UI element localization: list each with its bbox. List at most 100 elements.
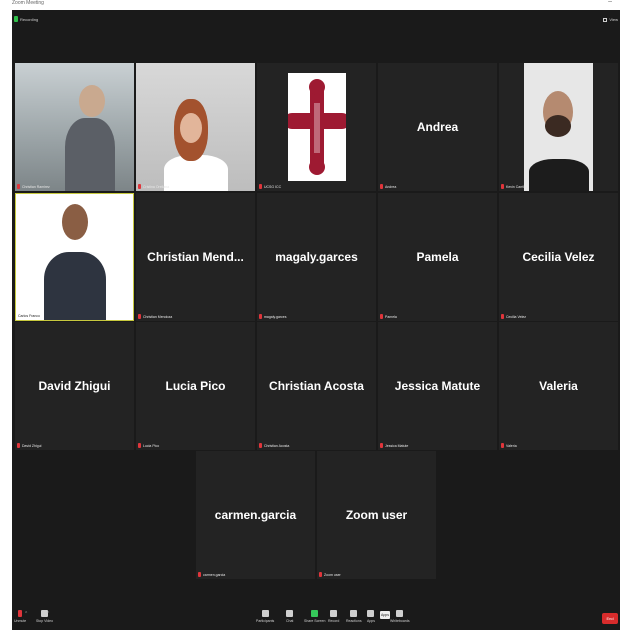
meeting-toolbar: ⌃ Unmute ⌃ Stop Video Participants Chat … (12, 600, 620, 630)
participant-name: Kevin Carrillo (506, 184, 527, 189)
participant-caption: David Zhigui (17, 443, 41, 448)
chevron-up-icon[interactable]: ⌃ (46, 611, 50, 617)
participant-name: Zoom user (324, 572, 341, 577)
chevron-up-icon[interactable]: ⌃ (24, 611, 28, 617)
participant-caption: Christian Acosta (259, 443, 289, 448)
logo-panel (284, 73, 350, 181)
participant-display-name: Christian Acosta (269, 379, 364, 393)
participants-button[interactable]: Participants (256, 610, 274, 623)
stop-video-button[interactable]: ⌃ Stop Video (36, 610, 53, 623)
participant-head (180, 113, 202, 143)
mic-muted-icon (17, 184, 20, 189)
mic-muted-icon (380, 314, 383, 319)
recording-indicator[interactable]: Recording (14, 16, 38, 22)
participant-caption: Cecilia Velez (501, 314, 526, 319)
participant-display-name: Andrea (416, 120, 459, 134)
mic-muted-icon (380, 443, 383, 448)
participant-name: UCSG ICC (264, 184, 282, 189)
record-label: Record (328, 619, 340, 623)
participant-tile[interactable]: Jessica Matute Jessica Matute (378, 322, 497, 450)
mic-muted-icon (17, 443, 20, 448)
participant-tile[interactable]: Kevin Carrillo (499, 63, 618, 191)
reactions-icon (350, 610, 358, 617)
minimize-icon[interactable]: – (608, 0, 612, 5)
participant-head (79, 85, 105, 117)
participant-tile[interactable]: Cecilia Velez Cecilia Velez (499, 193, 618, 321)
participants-icon (261, 610, 269, 617)
end-button[interactable]: End (602, 613, 618, 624)
participant-caption: carmen.garcia (198, 572, 225, 577)
participant-tile[interactable]: magaly.garces magaly.garces (257, 193, 376, 321)
mic-muted-icon (501, 443, 504, 448)
participant-display-name: David Zhigui (38, 379, 111, 393)
participant-tile-active-speaker[interactable]: Carlos Franco (15, 193, 134, 321)
title-strip: Zoom Meeting – (0, 0, 632, 10)
chat-button[interactable]: Chat (286, 610, 293, 623)
apps-label: Apps (367, 619, 375, 623)
mic-muted-icon (501, 184, 504, 189)
participant-tile[interactable]: Andrea Andrea (378, 63, 497, 191)
participant-caption: Zoom user (319, 572, 341, 577)
mic-muted-icon (319, 572, 322, 577)
mic-muted-icon (259, 443, 262, 448)
reactions-label: Reactions (346, 619, 362, 623)
participant-tile[interactable]: Pamela Pamela (378, 193, 497, 321)
meeting-topbar: Recording View (12, 10, 620, 30)
participant-caption: Cristina Orellana (138, 184, 169, 189)
participant-tile[interactable]: Christian Mend... Christian Mendoza (136, 193, 255, 321)
participant-name: Christian Mendoza (143, 314, 173, 319)
recording-icon (14, 16, 18, 22)
participant-name: carmen.garcia (203, 572, 226, 577)
participant-name: Pamela (385, 314, 397, 319)
share-screen-button[interactable]: Share Screen (304, 610, 325, 623)
participant-tile[interactable]: UCSG ICC (257, 63, 376, 191)
recording-label: Recording (20, 16, 39, 22)
microphone-muted-icon (18, 610, 23, 617)
participant-name: Cecilia Velez (506, 314, 527, 319)
participant-tile[interactable]: Cristina Orellana (136, 63, 255, 191)
participant-tile[interactable]: Valeria Valeria (499, 322, 618, 450)
participant-caption: Carlos Franco (18, 314, 40, 318)
participant-tile[interactable]: Christian Ramirez (15, 63, 134, 191)
participant-tile[interactable]: carmen.garcia carmen.garcia (196, 451, 315, 579)
zoom-window: Recording View Christian Ramirez Cristin… (12, 10, 620, 630)
record-icon (330, 610, 338, 617)
share-screen-icon (311, 610, 319, 617)
participant-figure (44, 252, 106, 320)
participant-display-name: Lucia Pico (165, 379, 226, 393)
participant-tile[interactable]: Zoom user Zoom user (317, 451, 436, 579)
participant-caption: Jessica Matute (380, 443, 408, 448)
participant-name: Lucia Pico (143, 443, 160, 448)
participant-caption: Christian Mendoza (138, 314, 172, 319)
mic-muted-icon (138, 314, 141, 319)
whiteboards-button[interactable]: Whiteboards (390, 610, 410, 623)
record-button[interactable]: Record (328, 610, 339, 623)
participant-figure (529, 159, 589, 191)
participant-display-name: Cecilia Velez (522, 250, 595, 264)
participant-figure (164, 155, 228, 191)
participant-name: Valeria (506, 443, 517, 448)
participant-display-name: Valeria (539, 379, 578, 393)
participant-name: Andrea (385, 184, 397, 189)
grid-view-icon (603, 17, 608, 22)
participant-name: Carlos Franco (18, 314, 40, 318)
participant-display-name: magaly.garces (275, 250, 358, 264)
view-label: View (609, 17, 618, 22)
participant-tile[interactable]: Lucia Pico Lucia Pico (136, 322, 255, 450)
participant-beard (545, 115, 571, 137)
chat-label: Chat (286, 619, 294, 623)
participant-display-name: carmen.garcia (214, 508, 297, 522)
mic-muted-icon (259, 314, 262, 319)
participant-tile[interactable]: David Zhigui David Zhigui (15, 322, 134, 450)
participant-tile[interactable]: Christian Acosta Christian Acosta (257, 322, 376, 450)
apps-button[interactable]: Apps (367, 610, 375, 623)
reactions-button[interactable]: Reactions (346, 610, 362, 623)
unmute-label: Unmute (14, 619, 27, 623)
unmute-button[interactable]: ⌃ Unmute (14, 610, 28, 623)
participant-caption: UCSG ICC (259, 184, 281, 189)
whiteboards-label: Whiteboards (390, 619, 410, 623)
participant-display-name: Jessica Matute (394, 379, 481, 393)
view-button[interactable]: View (603, 17, 618, 22)
participant-figure (65, 118, 115, 191)
participant-name: David Zhigui (22, 443, 42, 448)
